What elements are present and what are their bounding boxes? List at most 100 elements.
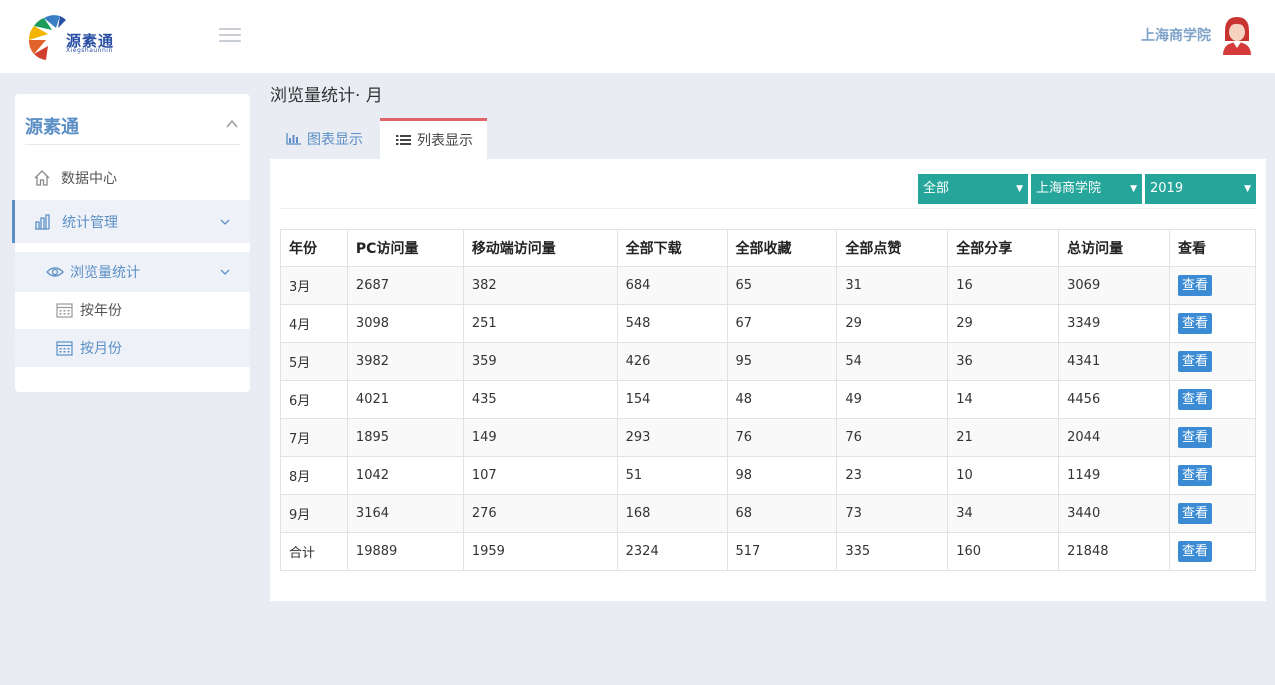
table-cell: 68 bbox=[726, 494, 838, 533]
table-cell: 168 bbox=[616, 494, 728, 533]
table-row: 7月 1895 149 293 76 76 21 2044 查看 bbox=[280, 418, 1256, 457]
column-header: 总访问量 bbox=[1058, 229, 1171, 267]
column-header: 全部下载 bbox=[616, 229, 728, 267]
tab-label: 列表显示 bbox=[417, 133, 473, 149]
table-cell: 1042 bbox=[346, 456, 464, 495]
tab-list-view[interactable]: 列表显示 bbox=[380, 118, 487, 159]
table-cell: 2324 bbox=[616, 532, 728, 571]
table-cell: 382 bbox=[462, 266, 618, 305]
table-cell: 95 bbox=[726, 342, 838, 381]
table-cell: 160 bbox=[947, 532, 1060, 571]
view-button[interactable]: 查看 bbox=[1178, 465, 1213, 486]
table-cell: 1959 bbox=[462, 532, 618, 571]
table-cell: 23 bbox=[836, 456, 949, 495]
table-cell: 149 bbox=[462, 418, 618, 457]
table-cell: 4月 bbox=[280, 304, 348, 343]
caret-down-icon: ▼ bbox=[1016, 184, 1023, 194]
sidebar-item-label: 按年份 bbox=[80, 303, 122, 319]
sidebar: 源素通 数据中心 统计管理 浏览量统计 按年份 按月份 bbox=[12, 94, 250, 392]
table-cell: 7月 bbox=[280, 418, 348, 457]
calendar-icon bbox=[56, 340, 73, 356]
chevron-up-icon[interactable] bbox=[226, 118, 238, 130]
table-cell: 合计 bbox=[280, 532, 348, 571]
table-row: 5月 3982 359 426 95 54 36 4341 查看 bbox=[280, 342, 1256, 381]
logo-subtext: Xiegshaunnin bbox=[66, 47, 113, 54]
table-cell: 21848 bbox=[1058, 532, 1171, 571]
caret-down-icon: ▼ bbox=[1244, 184, 1251, 194]
table-cell: 21 bbox=[947, 418, 1060, 457]
year-select[interactable]: 2019 ▼ bbox=[1145, 174, 1256, 204]
chevron-down-icon bbox=[220, 219, 230, 225]
sidebar-item-by-year[interactable]: 按年份 bbox=[15, 291, 250, 329]
table-cell: 3440 bbox=[1058, 494, 1171, 533]
sidebar-item-stat-management[interactable]: 统计管理 bbox=[12, 200, 250, 243]
table-cell: 49 bbox=[836, 380, 949, 419]
table-cell: 查看 bbox=[1169, 418, 1256, 457]
table-cell: 335 bbox=[836, 532, 949, 571]
table-cell: 查看 bbox=[1169, 342, 1256, 381]
content-panel: 全部 ▼ 上海商学院 ▼ 2019 ▼ 年份 PC访问量 移动端访问量 全部下载 全部收… bbox=[270, 159, 1266, 601]
table-cell: 查看 bbox=[1169, 266, 1256, 305]
table-row: 9月 3164 276 168 68 73 34 3440 查看 bbox=[280, 494, 1256, 533]
table-cell: 14 bbox=[947, 380, 1060, 419]
table-cell: 293 bbox=[616, 418, 728, 457]
table-cell: 2044 bbox=[1058, 418, 1171, 457]
table-cell: 34 bbox=[947, 494, 1060, 533]
table-cell: 3349 bbox=[1058, 304, 1171, 343]
table-row: 3月 2687 382 684 65 31 16 3069 查看 bbox=[280, 266, 1256, 305]
table-cell: 3069 bbox=[1058, 266, 1171, 305]
bar-chart-icon bbox=[286, 132, 301, 145]
type-select[interactable]: 全部 ▼ bbox=[918, 174, 1028, 204]
user-name[interactable]: 上海商学院 bbox=[1141, 25, 1211, 45]
caret-down-icon: ▼ bbox=[1130, 184, 1137, 194]
view-button[interactable]: 查看 bbox=[1178, 389, 1213, 410]
table-row: 6月 4021 435 154 48 49 14 4456 查看 bbox=[280, 380, 1256, 419]
column-header: PC访问量 bbox=[346, 229, 464, 267]
sidebar-item-label: 数据中心 bbox=[61, 171, 117, 187]
table-cell: 251 bbox=[462, 304, 618, 343]
column-header: 查看 bbox=[1169, 229, 1256, 267]
column-header: 全部点赞 bbox=[836, 229, 949, 267]
tab-chart-view[interactable]: 图表显示 bbox=[270, 118, 380, 159]
logo[interactable]: 源素通 Xiegshaunnin bbox=[26, 12, 113, 62]
list-icon bbox=[396, 134, 411, 146]
view-button[interactable]: 查看 bbox=[1178, 541, 1213, 562]
view-button[interactable]: 查看 bbox=[1178, 503, 1213, 524]
view-button[interactable]: 查看 bbox=[1178, 313, 1213, 334]
table-cell: 查看 bbox=[1169, 304, 1256, 343]
table-cell: 98 bbox=[726, 456, 838, 495]
sidebar-item-data-center[interactable]: 数据中心 bbox=[15, 158, 250, 198]
table-cell: 查看 bbox=[1169, 380, 1256, 419]
table-cell: 107 bbox=[462, 456, 618, 495]
table-cell: 426 bbox=[616, 342, 728, 381]
table-cell: 查看 bbox=[1169, 532, 1256, 571]
view-button[interactable]: 查看 bbox=[1178, 351, 1213, 372]
sidebar-item-browse-stats[interactable]: 浏览量统计 bbox=[15, 252, 250, 292]
table-cell: 2687 bbox=[346, 266, 464, 305]
table-cell: 51 bbox=[616, 456, 728, 495]
sidebar-title: 源素通 bbox=[25, 117, 79, 138]
table-cell: 4021 bbox=[346, 380, 464, 419]
table-cell: 54 bbox=[836, 342, 949, 381]
table-cell: 31 bbox=[836, 266, 949, 305]
school-select[interactable]: 上海商学院 ▼ bbox=[1031, 174, 1142, 204]
table-cell: 684 bbox=[616, 266, 728, 305]
table-row: 8月 1042 107 51 98 23 10 1149 查看 bbox=[280, 456, 1256, 495]
bar-chart-icon bbox=[33, 213, 51, 231]
page-title: 浏览量统计· 月 bbox=[270, 86, 383, 106]
menu-toggle-icon[interactable] bbox=[219, 28, 241, 44]
column-header: 移动端访问量 bbox=[462, 229, 618, 267]
table-row: 4月 3098 251 548 67 29 29 3349 查看 bbox=[280, 304, 1256, 343]
column-header: 全部收藏 bbox=[726, 229, 838, 267]
top-bar: 源素通 Xiegshaunnin 上海商学院 bbox=[0, 0, 1275, 73]
sidebar-item-by-month[interactable]: 按月份 bbox=[15, 329, 250, 367]
table-cell: 4456 bbox=[1058, 380, 1171, 419]
table-cell: 10 bbox=[947, 456, 1060, 495]
sidebar-item-label: 统计管理 bbox=[62, 214, 118, 231]
table-cell: 1895 bbox=[346, 418, 464, 457]
view-button[interactable]: 查看 bbox=[1178, 275, 1213, 296]
table-cell: 154 bbox=[616, 380, 728, 419]
eye-icon bbox=[46, 265, 64, 279]
view-button[interactable]: 查看 bbox=[1178, 427, 1213, 448]
avatar[interactable] bbox=[1219, 15, 1255, 55]
